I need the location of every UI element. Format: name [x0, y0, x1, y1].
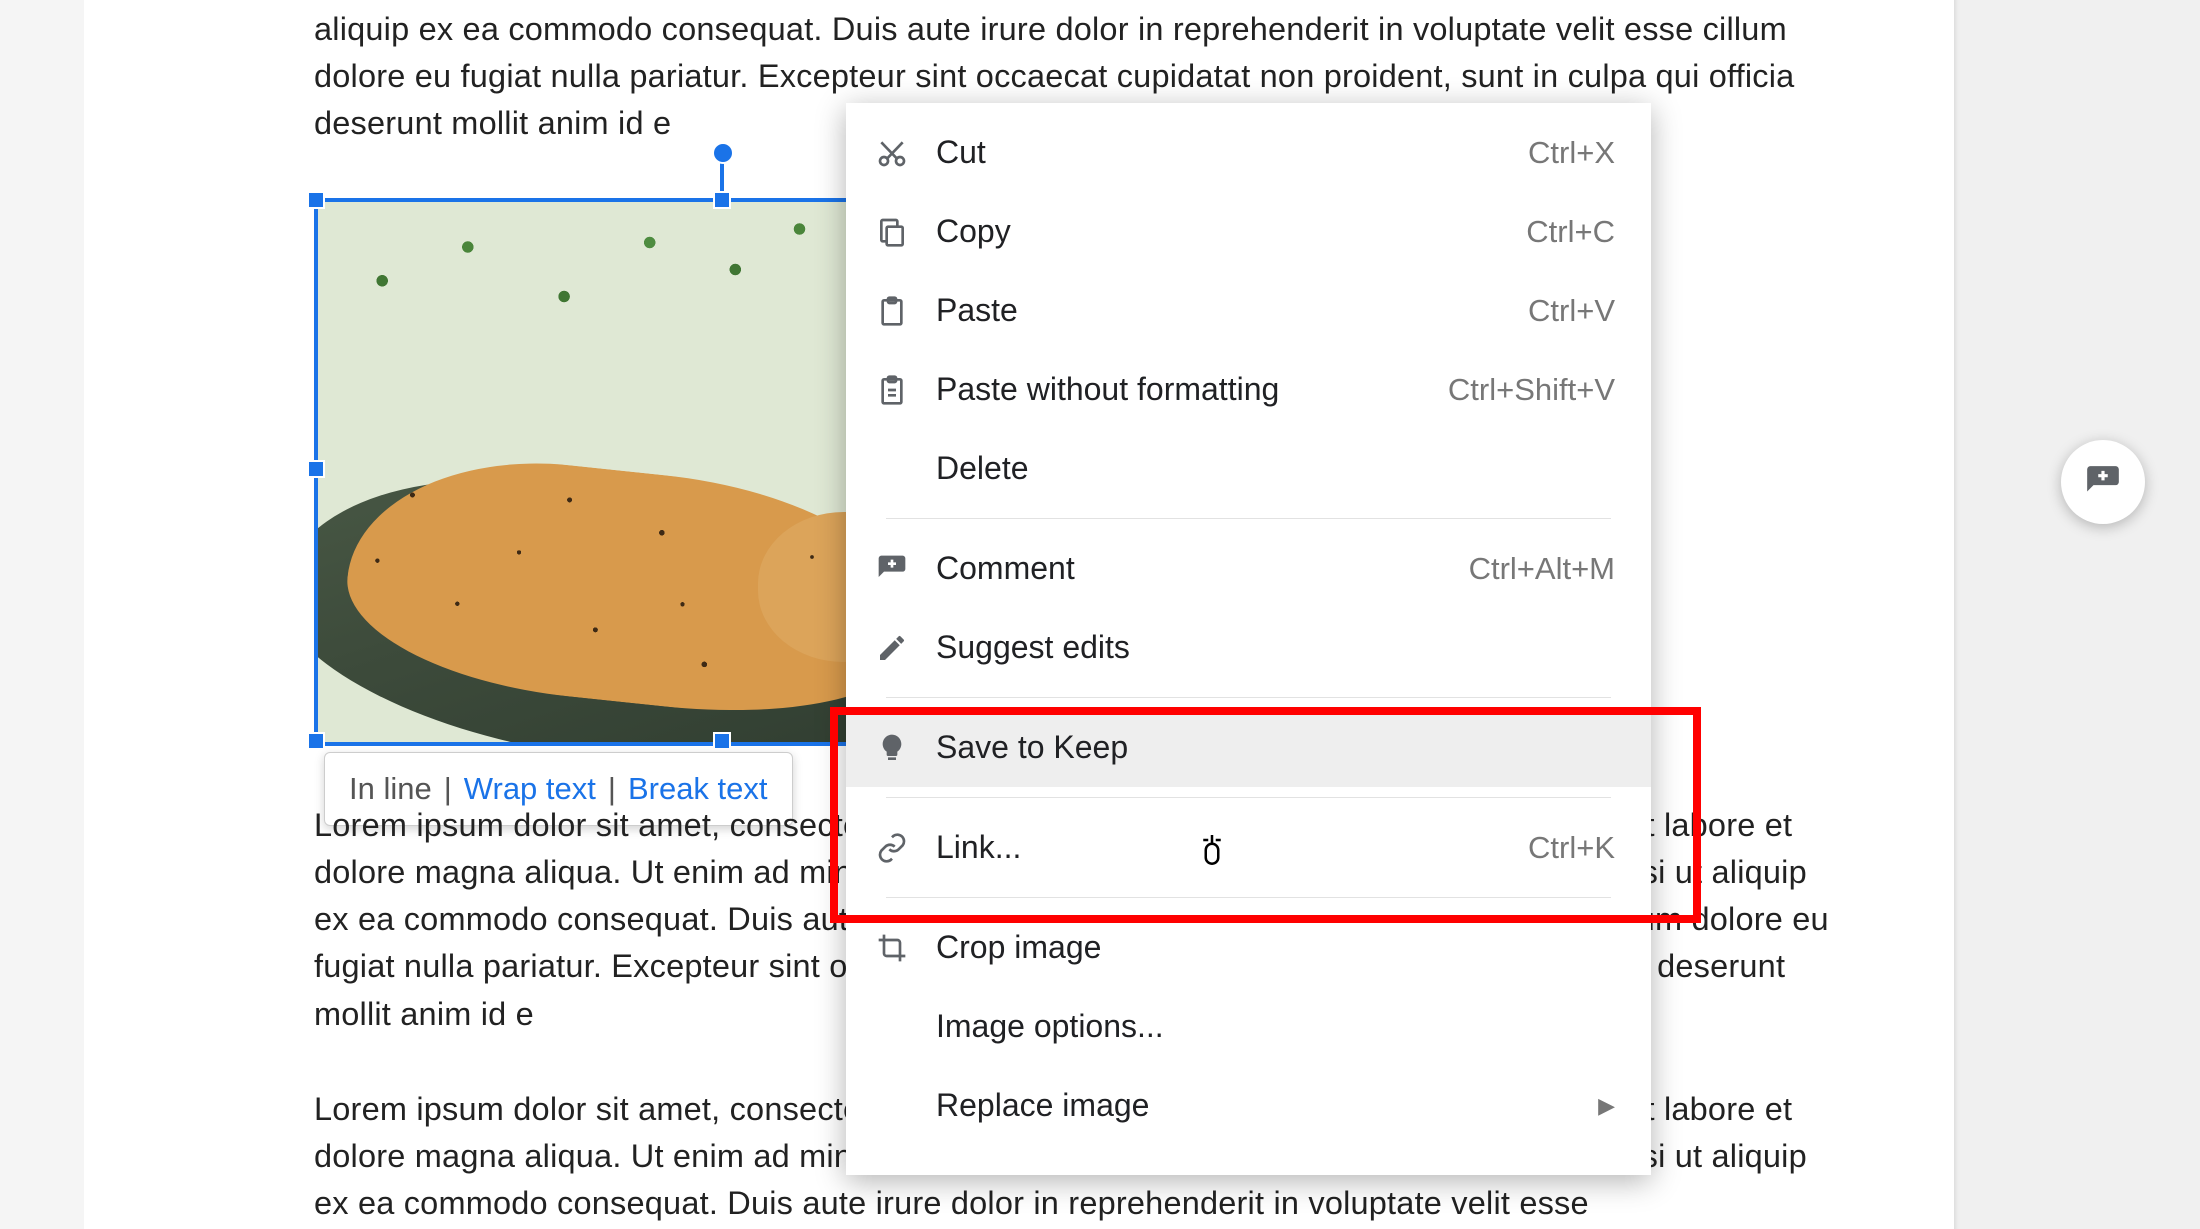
context-menu: Cut Ctrl+X Copy Ctrl+C Paste Ctrl+V Past… [846, 103, 1651, 1175]
menu-item-shortcut: Ctrl+X [1528, 135, 1615, 171]
comment-icon [876, 553, 936, 585]
menu-item-shortcut: Ctrl+Shift+V [1448, 372, 1615, 408]
menu-item-shortcut: Ctrl+Alt+M [1469, 551, 1615, 587]
menu-item-label: Crop image [936, 929, 1615, 966]
menu-item-label: Image options... [936, 1008, 1615, 1045]
menu-item-replace-image[interactable]: Replace image ▶ [846, 1066, 1651, 1145]
menu-item-label: Delete [936, 450, 1615, 487]
menu-item-crop-image[interactable]: Crop image [846, 908, 1651, 987]
menu-item-label: Comment [936, 550, 1469, 587]
suggest-edits-icon [876, 632, 936, 664]
menu-item-suggest-edits[interactable]: Suggest edits [846, 608, 1651, 687]
resize-handle-tl[interactable] [307, 191, 325, 209]
menu-item-image-options[interactable]: Image options... [846, 987, 1651, 1066]
menu-item-label: Paste without formatting [936, 371, 1448, 408]
resize-handle-ml[interactable] [307, 460, 325, 478]
menu-separator [886, 518, 1611, 519]
cut-icon [876, 137, 936, 169]
menu-item-paste[interactable]: Paste Ctrl+V [846, 271, 1651, 350]
menu-item-label: Copy [936, 213, 1526, 250]
menu-item-shortcut: Ctrl+V [1528, 293, 1615, 329]
resize-handle-tm[interactable] [713, 191, 731, 209]
menu-item-save-to-keep[interactable]: Save to Keep [846, 708, 1651, 787]
copy-icon [876, 216, 936, 248]
menu-item-label: Paste [936, 292, 1528, 329]
menu-item-copy[interactable]: Copy Ctrl+C [846, 192, 1651, 271]
paste-no-format-icon [876, 374, 936, 406]
link-icon [876, 832, 936, 864]
menu-item-label: Suggest edits [936, 629, 1615, 666]
rotate-handle[interactable] [712, 142, 734, 164]
menu-item-delete[interactable]: Delete [846, 429, 1651, 508]
menu-item-label: Save to Keep [936, 729, 1615, 766]
menu-separator [886, 697, 1611, 698]
menu-item-comment[interactable]: Comment Ctrl+Alt+M [846, 529, 1651, 608]
menu-item-shortcut: Ctrl+K [1528, 830, 1615, 866]
menu-item-cut[interactable]: Cut Ctrl+X [846, 113, 1651, 192]
add-comment-button[interactable] [2061, 440, 2145, 524]
menu-separator [886, 797, 1611, 798]
submenu-arrow-icon: ▶ [1598, 1093, 1615, 1119]
menu-item-label: Link... [936, 829, 1528, 866]
resize-handle-bl[interactable] [307, 732, 325, 750]
menu-item-label: Replace image [936, 1087, 1598, 1124]
crop-icon [876, 932, 936, 964]
selected-image[interactable] [314, 198, 857, 746]
menu-item-shortcut: Ctrl+C [1526, 214, 1615, 250]
menu-item-label: Cut [936, 134, 1528, 171]
menu-item-link[interactable]: Link... Ctrl+K [846, 808, 1651, 887]
keep-icon [876, 732, 936, 764]
paste-icon [876, 295, 936, 327]
menu-separator [886, 897, 1611, 898]
resize-handle-bm[interactable] [713, 732, 731, 750]
menu-item-paste-without-formatting[interactable]: Paste without formatting Ctrl+Shift+V [846, 350, 1651, 429]
